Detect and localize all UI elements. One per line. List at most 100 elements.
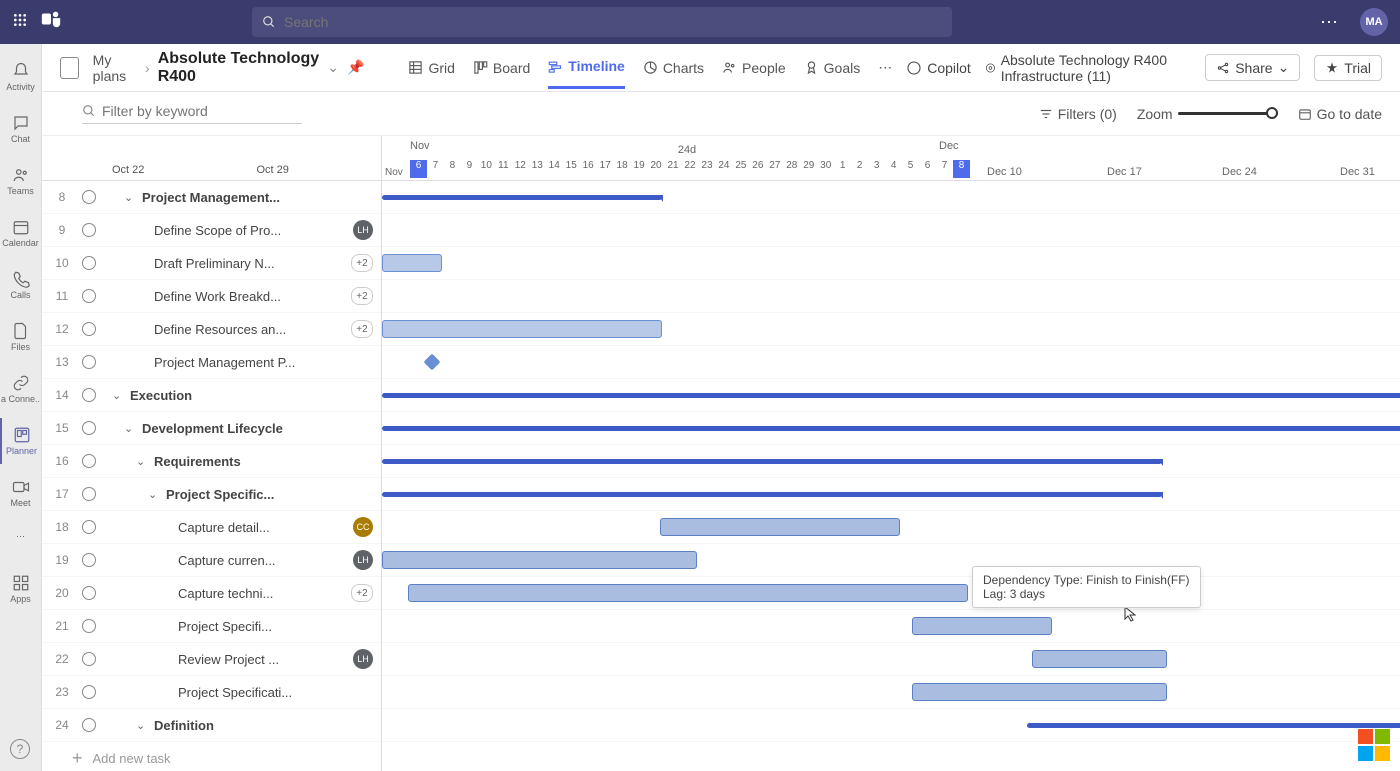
task-complete-circle[interactable] <box>82 685 96 699</box>
task-row[interactable]: 10 Draft Preliminary N... +2 <box>42 247 381 280</box>
task-name[interactable]: Definition <box>154 718 373 733</box>
day-cell[interactable]: 12 <box>512 160 529 178</box>
gantt-bar[interactable] <box>382 195 662 200</box>
day-cell[interactable]: 26 <box>749 160 766 178</box>
day-cell[interactable]: 17 <box>597 160 614 178</box>
global-search[interactable] <box>252 7 952 37</box>
pin-icon[interactable]: 📌 <box>347 59 364 76</box>
trial-button[interactable]: Trial <box>1314 55 1382 81</box>
collapse-icon[interactable]: ⌄ <box>136 719 146 732</box>
task-row[interactable]: 13 Project Management P... <box>42 346 381 379</box>
task-name[interactable]: Project Management... <box>142 190 373 205</box>
day-cell[interactable]: 6 <box>410 160 427 178</box>
plan-dropdown-icon[interactable]: ⌄ <box>327 59 339 76</box>
gantt-bar[interactable] <box>382 254 442 272</box>
day-cell[interactable]: 6 <box>919 160 936 178</box>
task-complete-circle[interactable] <box>82 652 96 666</box>
task-row[interactable]: 17 ⌄ Project Specific... <box>42 478 381 511</box>
rail-calendar[interactable]: Calendar <box>0 210 42 256</box>
gantt-bar[interactable] <box>1027 723 1400 728</box>
task-complete-circle[interactable] <box>82 190 96 204</box>
task-complete-circle[interactable] <box>82 421 96 435</box>
rail-meet[interactable]: Meet <box>0 470 42 516</box>
task-row[interactable]: 23 Project Specificati... <box>42 676 381 709</box>
rail-calls[interactable]: Calls <box>0 262 42 308</box>
task-name[interactable]: Project Specifi... <box>178 619 373 634</box>
task-row[interactable]: 8 ⌄ Project Management... <box>42 181 381 214</box>
assignee-avatar[interactable]: LH <box>353 649 373 669</box>
user-avatar[interactable]: MA <box>1360 8 1388 36</box>
day-cell[interactable]: 5 <box>902 160 919 178</box>
day-cell[interactable]: 2 <box>851 160 868 178</box>
task-name[interactable]: Capture curren... <box>178 553 345 568</box>
rail-chat[interactable]: Chat <box>0 106 42 152</box>
assignee-avatar[interactable]: LH <box>353 220 373 240</box>
rail-connections[interactable]: a Conne.. <box>0 366 42 412</box>
task-complete-circle[interactable] <box>82 520 96 534</box>
rail-apps[interactable]: Apps <box>0 566 42 612</box>
task-name[interactable]: Review Project ... <box>178 652 345 667</box>
task-name[interactable]: Project Specificati... <box>178 685 373 700</box>
filter-input[interactable] <box>102 103 302 119</box>
task-complete-circle[interactable] <box>82 586 96 600</box>
day-cell[interactable]: 15 <box>563 160 580 178</box>
task-complete-circle[interactable] <box>82 388 96 402</box>
gantt-bar[interactable] <box>382 551 697 569</box>
task-row[interactable]: 15 ⌄ Development Lifecycle <box>42 412 381 445</box>
task-complete-circle[interactable] <box>82 619 96 633</box>
copilot-button[interactable]: Copilot <box>906 60 971 76</box>
task-name[interactable]: Define Scope of Pro... <box>154 223 345 238</box>
day-cell[interactable]: 28 <box>783 160 800 178</box>
gantt-bar[interactable] <box>408 584 968 602</box>
breadcrumb-root[interactable]: My plans <box>93 52 137 84</box>
task-row[interactable]: 20 Capture techni... +2 <box>42 577 381 610</box>
collapse-icon[interactable]: ⌄ <box>124 422 134 435</box>
task-name[interactable]: Project Management P... <box>154 355 373 370</box>
task-complete-circle[interactable] <box>82 487 96 501</box>
day-cell[interactable]: 24 <box>715 160 732 178</box>
task-complete-circle[interactable] <box>82 223 96 237</box>
gantt-bar[interactable] <box>660 518 900 536</box>
task-row[interactable]: 16 ⌄ Requirements <box>42 445 381 478</box>
gantt-bar[interactable] <box>382 426 1400 431</box>
assignee-overflow[interactable]: +2 <box>351 320 373 338</box>
collapse-icon[interactable]: ⌄ <box>112 389 122 402</box>
plan-link[interactable]: Absolute Technology R400 Infrastructure … <box>985 52 1191 84</box>
day-cell[interactable]: 9 <box>461 160 478 178</box>
task-name[interactable]: Capture techni... <box>178 586 343 601</box>
task-name[interactable]: Capture detail... <box>178 520 345 535</box>
task-row[interactable]: 11 Define Work Breakd... +2 <box>42 280 381 313</box>
task-complete-circle[interactable] <box>82 454 96 468</box>
day-cell[interactable]: 4 <box>885 160 902 178</box>
day-cell[interactable]: 3 <box>868 160 885 178</box>
filters-button[interactable]: Filters (0) <box>1039 106 1117 122</box>
gantt-bar[interactable] <box>424 354 441 371</box>
add-task-button[interactable]: + Add new task <box>42 742 381 771</box>
rail-activity[interactable]: Activity <box>0 54 42 100</box>
day-cell[interactable]: 30 <box>817 160 834 178</box>
task-name[interactable]: Execution <box>130 388 373 403</box>
task-row[interactable]: 12 Define Resources an... +2 <box>42 313 381 346</box>
zoom-slider[interactable] <box>1178 112 1278 115</box>
task-name[interactable]: Development Lifecycle <box>142 421 373 436</box>
gantt-bar[interactable] <box>382 459 1162 464</box>
task-name[interactable]: Requirements <box>154 454 373 469</box>
day-cell[interactable]: 8 <box>444 160 461 178</box>
task-complete-circle[interactable] <box>82 718 96 732</box>
day-cell[interactable]: 29 <box>800 160 817 178</box>
assignee-overflow[interactable]: +2 <box>351 584 373 602</box>
tab-people[interactable]: People <box>722 46 786 89</box>
task-row[interactable]: 19 Capture curren... LH <box>42 544 381 577</box>
day-cell[interactable]: 10 <box>478 160 495 178</box>
task-row[interactable]: 22 Review Project ... LH <box>42 643 381 676</box>
gantt-bar[interactable] <box>1032 650 1167 668</box>
tab-timeline[interactable]: Timeline <box>548 46 625 89</box>
task-complete-circle[interactable] <box>82 289 96 303</box>
gantt-bar[interactable] <box>912 617 1052 635</box>
day-cell[interactable]: 1 <box>834 160 851 178</box>
day-cell[interactable]: 23 <box>698 160 715 178</box>
day-cell[interactable]: 11 <box>495 160 512 178</box>
day-cell[interactable]: 20 <box>648 160 665 178</box>
tab-charts[interactable]: Charts <box>643 46 704 89</box>
app-launcher-icon[interactable] <box>12 12 28 33</box>
